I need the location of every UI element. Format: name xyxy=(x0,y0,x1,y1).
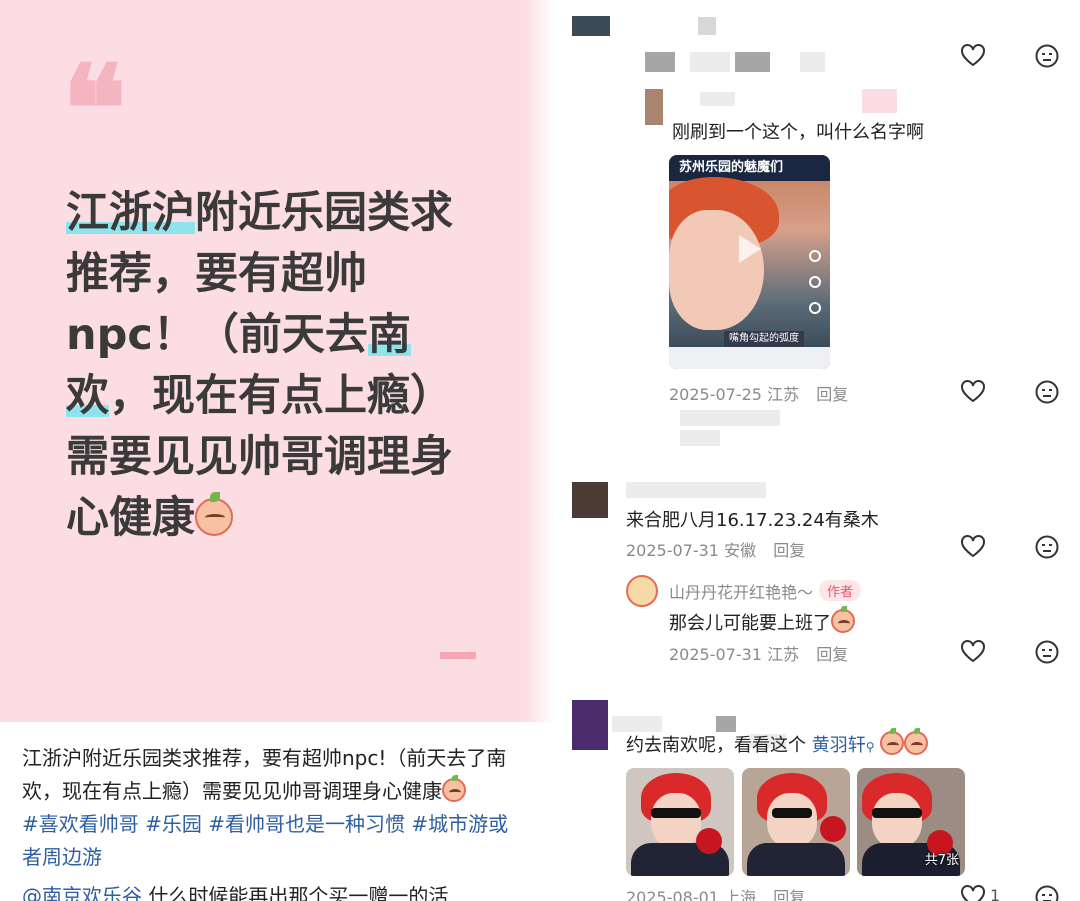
redacted-name xyxy=(862,89,897,113)
comment-date: 2025-07-25 xyxy=(669,385,762,404)
redacted-text xyxy=(680,430,720,446)
reply-button[interactable]: 回复 xyxy=(773,888,805,901)
cover-text: 江浙沪附近乐园类求推荐，要有超帅npc！（前天去南欢，现在有点上瘾）需要见见帅哥… xyxy=(66,183,466,549)
neutral-face-icon[interactable] xyxy=(1034,379,1060,405)
post-description: 江浙沪附近乐园类求推荐，要有超帅npc!（前天去了南欢，现在有点上瘾）需要见见帅… xyxy=(22,742,522,874)
heart-icon[interactable] xyxy=(960,884,986,901)
play-icon[interactable] xyxy=(739,235,761,263)
comment-text: 来合肥八月16.17.23.24有桑木 xyxy=(626,510,879,531)
post-panel: ❝ 江浙沪附近乐园类求推荐，要有超帅npc！（前天去南欢，现在有点上瘾）需要见见… xyxy=(0,0,555,901)
comment-text: 约去南欢呢，看看这个 黄羽轩⚲ xyxy=(626,728,929,757)
reply-button[interactable]: 回复 xyxy=(773,541,805,560)
emoji-icon xyxy=(904,728,929,755)
mention-link[interactable]: @南京欢乐谷 xyxy=(22,884,142,901)
comment-meta: 2025-07-31 江苏 回复 xyxy=(669,641,848,665)
comment-date: 2025-08-01 xyxy=(626,888,719,901)
redacted-text xyxy=(680,410,780,426)
avatar[interactable] xyxy=(572,16,610,36)
redacted-text xyxy=(645,52,675,72)
comment-location: 安徽 xyxy=(724,541,757,560)
cover-text-part: ，现在有点上瘾）需要见见帅哥调理身心健康 xyxy=(66,371,453,543)
comment-meta: 2025-07-25 江苏 回复 xyxy=(669,381,848,405)
heart-icon[interactable] xyxy=(960,639,986,665)
video-thumbnail[interactable]: 苏州乐园的魅魔们 嘴角勾起的弧度 xyxy=(669,155,830,369)
redacted-name xyxy=(700,92,735,106)
post-description-text: 江浙沪附近乐园类求推荐，要有超帅npc!（前天去了南欢，现在有点上瘾）需要见见帅… xyxy=(22,746,507,803)
heart-icon[interactable] xyxy=(960,379,986,405)
search-link[interactable]: 黄羽轩 xyxy=(812,735,866,756)
redacted-name xyxy=(612,716,662,732)
neutral-face-icon[interactable] xyxy=(1034,43,1060,69)
comment-text: 刚刷到一个这个，叫什么名字啊 xyxy=(672,122,924,143)
reply-button[interactable]: 回复 xyxy=(816,645,848,664)
peach-emoji-icon xyxy=(442,775,466,802)
image-count-badge: 共7张 xyxy=(924,853,959,868)
comment-text-content: 那会儿可能要上班了 xyxy=(669,613,831,634)
comment-location: 上海 xyxy=(724,888,757,901)
hashtag-link[interactable]: #喜欢看帅哥 xyxy=(22,812,139,836)
comment-author: 山丹丹花开红艳艳～ 作者 xyxy=(669,579,862,603)
neutral-face-icon[interactable] xyxy=(1034,884,1060,901)
comment-image[interactable] xyxy=(626,768,734,876)
comment-text: 那会儿可能要上班了 xyxy=(669,606,855,635)
avatar[interactable] xyxy=(645,89,663,125)
hashtag-link[interactable]: #看帅哥也是一种习惯 xyxy=(208,812,405,836)
redacted-name xyxy=(626,482,766,498)
comment-text-content: 约去南欢呢，看看这个 xyxy=(626,735,812,756)
video-footer xyxy=(669,347,830,369)
neutral-face-icon[interactable] xyxy=(1034,534,1060,560)
video-banner: 苏州乐园的魅魔们 xyxy=(669,155,830,181)
redacted-name xyxy=(716,716,736,732)
quote-mark-icon: ❝ xyxy=(62,39,126,180)
card-edge xyxy=(525,0,555,722)
avatar[interactable] xyxy=(572,700,608,750)
comment-image[interactable] xyxy=(742,768,850,876)
avatar[interactable] xyxy=(626,575,658,607)
emoji-icon xyxy=(831,606,855,633)
video-side-actions xyxy=(809,250,823,340)
comment-location: 江苏 xyxy=(767,645,800,664)
comment-meta: 2025-07-31 安徽 回复 xyxy=(626,537,805,561)
redacted-text xyxy=(690,52,730,72)
comment-date: 2025-07-31 xyxy=(669,645,762,664)
hashtag-link[interactable]: #乐园 xyxy=(145,812,202,836)
video-face xyxy=(669,210,764,330)
cover-text-highlight: 江浙沪 xyxy=(66,188,195,238)
comment-location: 江苏 xyxy=(767,385,800,404)
neutral-face-icon[interactable] xyxy=(1034,639,1060,665)
comment-date: 2025-07-31 xyxy=(626,541,719,560)
heart-icon[interactable] xyxy=(960,534,986,560)
author-badge: 作者 xyxy=(819,580,862,601)
video-caption: 嘴角勾起的弧度 xyxy=(724,331,804,347)
cover-text-highlight: 欢 xyxy=(66,371,109,421)
redacted-text xyxy=(735,52,770,72)
redacted-name xyxy=(698,17,716,35)
cover-text-highlight: 南 xyxy=(367,310,411,360)
reply-button[interactable]: 回复 xyxy=(816,385,848,404)
emoji-icon xyxy=(880,728,905,755)
mention-line: @南京欢乐谷 什么时候能再出那个买一赠一的活 xyxy=(22,880,448,901)
redacted-text xyxy=(800,52,825,72)
comment-meta: 2025-08-01 上海 回复 xyxy=(626,884,805,901)
heart-icon[interactable] xyxy=(960,43,986,69)
search-icon[interactable]: ⚲ xyxy=(866,740,875,754)
mention-text: 什么时候能再出那个买一赠一的活 xyxy=(142,884,449,901)
author-name[interactable]: 山丹丹花开红艳艳～ xyxy=(669,583,813,602)
peach-emoji-icon xyxy=(195,492,233,536)
page-indicator xyxy=(440,652,476,659)
comment-image[interactable]: 共7张 xyxy=(857,768,965,876)
avatar[interactable] xyxy=(572,482,608,518)
like-count: 1 xyxy=(990,886,1001,901)
